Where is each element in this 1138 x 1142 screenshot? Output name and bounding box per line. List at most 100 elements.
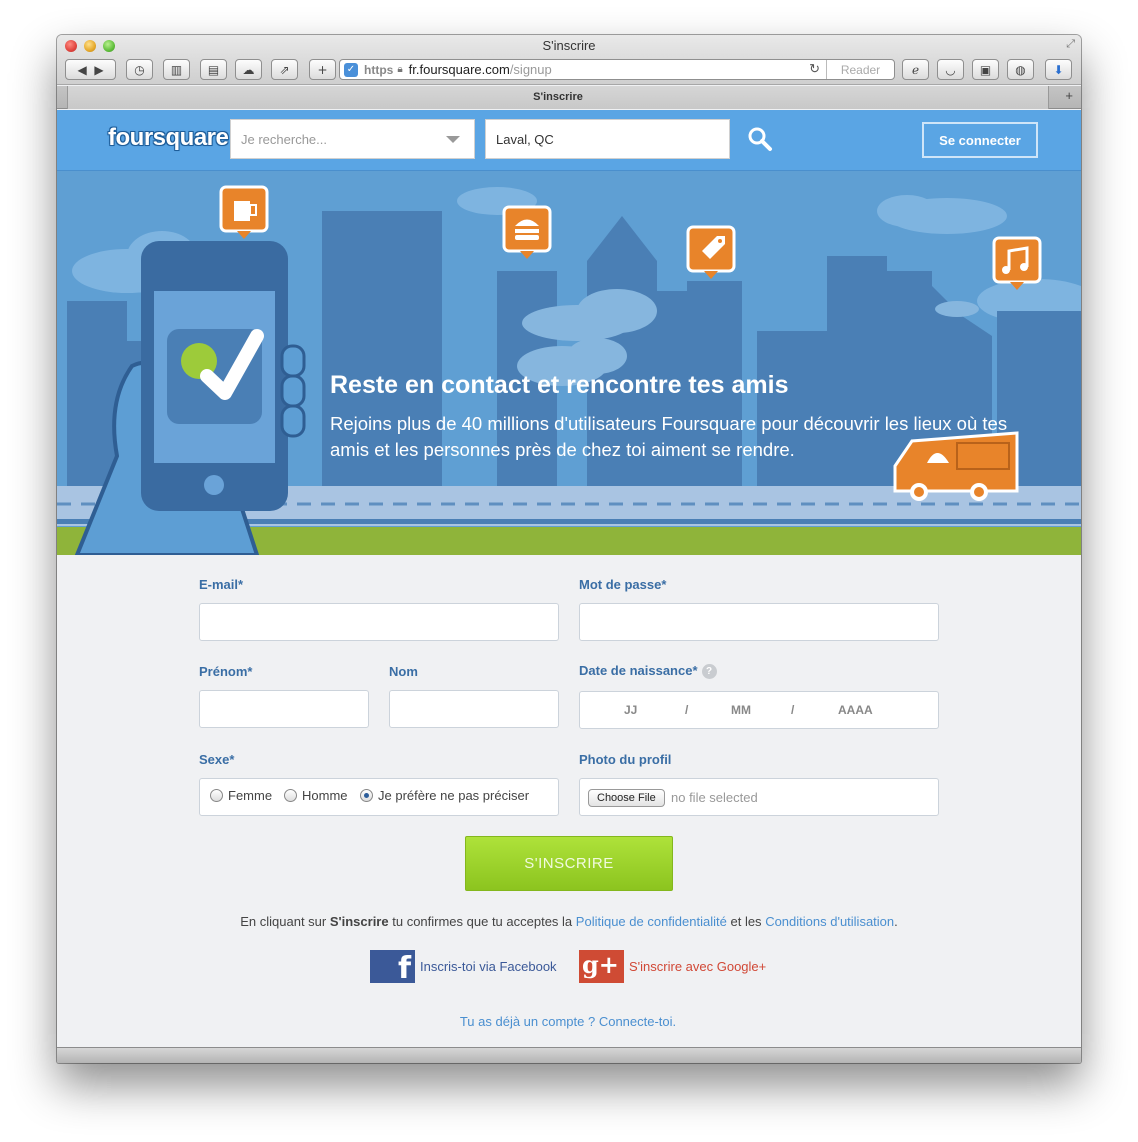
photo-file-input: Choose File no file selected bbox=[579, 778, 939, 816]
terms-of-use-link[interactable]: Conditions d'utilisation bbox=[765, 914, 894, 929]
dob-label-row: Date de naissance*? bbox=[579, 663, 717, 679]
address-bar[interactable]: ✓ https 🔒︎ fr.foursquare.com/signup ↻ Re… bbox=[339, 59, 895, 80]
new-tab-icon[interactable]: + bbox=[1065, 88, 1073, 103]
gender-option-femme[interactable]: Femme bbox=[210, 788, 272, 803]
google-plus-icon: g+ bbox=[579, 950, 624, 983]
hero-illustration bbox=[57, 171, 1081, 555]
category-search-placeholder: Je recherche... bbox=[241, 131, 327, 147]
lastname-label: Nom bbox=[389, 664, 418, 679]
choose-file-button[interactable]: Choose File bbox=[588, 789, 665, 807]
dob-field: JJ / MM / AAAA bbox=[579, 691, 939, 729]
email-label: E-mail* bbox=[199, 577, 244, 592]
password-field[interactable] bbox=[579, 603, 939, 641]
radio-selected-icon[interactable] bbox=[360, 789, 373, 802]
tab-signup[interactable]: S'inscrire bbox=[67, 86, 1049, 109]
chevron-down-icon[interactable] bbox=[446, 136, 460, 143]
share-button[interactable]: ⇗ bbox=[271, 59, 298, 80]
url-scheme: https bbox=[364, 62, 394, 77]
terms-suffix: . bbox=[894, 914, 898, 929]
browser-window: S'inscrire ⤢ ◀ ▶ ◷ ▥ ▤ ☁ ⇗ + ✓ https 🔒︎ … bbox=[57, 35, 1081, 1063]
browser-toolbar: S'inscrire ⤢ ◀ ▶ ◷ ▥ ▤ ☁ ⇗ + ✓ https 🔒︎ … bbox=[57, 35, 1081, 85]
add-bookmark-button[interactable]: + bbox=[309, 59, 336, 80]
radio-icon[interactable] bbox=[284, 789, 297, 802]
dob-label: Date de naissance* bbox=[579, 663, 698, 678]
ie-icon: ℯ bbox=[911, 62, 920, 77]
firstname-label: Prénom* bbox=[199, 664, 253, 679]
music-pin-icon bbox=[992, 236, 1042, 290]
terms-middle: tu confirmes que tu acceptes la bbox=[392, 914, 573, 929]
foursquare-logo[interactable]: foursquare bbox=[108, 124, 229, 152]
share-icon: ⇗ bbox=[279, 62, 290, 77]
facebook-signup-button[interactable]: f Inscris-toi via Facebook bbox=[370, 950, 557, 986]
window-title: S'inscrire bbox=[542, 38, 596, 53]
reading-list-icon: ▤ bbox=[207, 62, 220, 77]
book-icon: ▥ bbox=[170, 62, 183, 77]
clock-icon: ◷ bbox=[134, 62, 145, 77]
reload-icon[interactable]: ↻ bbox=[809, 61, 820, 77]
tab-bar: S'inscrire + bbox=[57, 86, 1081, 109]
bookmarks-button[interactable]: ▥ bbox=[163, 59, 190, 80]
no-file-text: no file selected bbox=[671, 790, 758, 805]
signup-submit-button[interactable]: S'INSCRIRE bbox=[465, 836, 673, 891]
dob-year-field[interactable]: AAAA bbox=[838, 703, 873, 717]
login-button[interactable]: Se connecter bbox=[922, 122, 1038, 158]
terms-prefix: En cliquant sur bbox=[240, 914, 327, 929]
extension-icon: ▣ bbox=[979, 62, 992, 77]
dob-separator: / bbox=[791, 703, 795, 717]
firstname-field[interactable] bbox=[199, 690, 369, 728]
lastname-field[interactable] bbox=[389, 690, 559, 728]
url-host: fr.foursquare.com bbox=[408, 62, 510, 77]
gender-label: Sexe* bbox=[199, 752, 235, 767]
fullscreen-icon[interactable]: ⤢ bbox=[1066, 38, 1075, 51]
hero-title: Reste en contact et rencontre tes amis bbox=[330, 371, 789, 399]
plus-icon: + bbox=[317, 62, 328, 77]
facebook-icon: f bbox=[370, 950, 415, 986]
gender-option-label: Homme bbox=[302, 788, 348, 803]
hero-subtitle: Rejoins plus de 40 millions d'utilisateu… bbox=[330, 413, 1008, 460]
category-search-input[interactable]: Je recherche... bbox=[230, 119, 475, 159]
forward-icon[interactable]: ▶ bbox=[94, 63, 103, 77]
radio-icon[interactable] bbox=[210, 789, 223, 802]
status-bar bbox=[57, 1047, 1081, 1063]
site-header: foursquare Je recherche... Laval, QC Se … bbox=[57, 110, 1081, 171]
gender-option-homme[interactable]: Homme bbox=[284, 788, 348, 803]
location-input[interactable]: Laval, QC bbox=[485, 119, 730, 159]
gender-option-unspecified[interactable]: Je préfère ne pas préciser bbox=[360, 788, 529, 803]
ie-extension-button[interactable]: ℯ bbox=[902, 59, 929, 80]
burger-pin-icon bbox=[502, 205, 552, 259]
back-icon[interactable]: ◀ bbox=[77, 63, 86, 77]
download-icon: ⬇ bbox=[1053, 62, 1064, 77]
privacy-policy-link[interactable]: Politique de confidentialité bbox=[576, 914, 727, 929]
downloads-button[interactable]: ⬇ bbox=[1045, 59, 1072, 80]
help-icon[interactable]: ? bbox=[701, 664, 717, 679]
google-signup-label: S'inscrire avec Google+ bbox=[629, 959, 767, 974]
email-field[interactable] bbox=[199, 603, 559, 641]
beer-pin-icon bbox=[219, 185, 269, 239]
url-path: /signup bbox=[509, 62, 552, 77]
location-value: Laval, QC bbox=[496, 131, 554, 147]
reader-button[interactable]: Reader bbox=[826, 60, 894, 79]
gender-option-label: Je préfère ne pas préciser bbox=[378, 788, 530, 803]
dob-day-field[interactable]: JJ bbox=[624, 703, 637, 717]
ghostery-button[interactable]: ◍ bbox=[1007, 59, 1034, 80]
gender-option-label: Femme bbox=[228, 788, 273, 803]
password-label: Mot de passe* bbox=[579, 577, 667, 592]
ghost-icon: ◍ bbox=[1015, 62, 1026, 77]
terms-text: En cliquant sur S'inscrire tu confirmes … bbox=[57, 914, 1081, 929]
facebook-signup-label: Inscris-toi via Facebook bbox=[420, 959, 557, 974]
history-button[interactable]: ◷ bbox=[126, 59, 153, 80]
reading-list-button[interactable]: ▤ bbox=[200, 59, 227, 80]
dob-month-field[interactable]: MM bbox=[731, 703, 751, 717]
back-forward-button[interactable]: ◀ ▶ bbox=[65, 59, 116, 80]
search-icon[interactable] bbox=[747, 126, 773, 152]
icloud-tabs-button[interactable]: ☁ bbox=[235, 59, 262, 80]
pocket-button[interactable]: ◡ bbox=[937, 59, 964, 80]
tag-pin-icon bbox=[686, 225, 736, 279]
google-signup-button[interactable]: g+ S'inscrire avec Google+ bbox=[579, 950, 766, 983]
signup-form: E-mail* Mot de passe* Prénom* Nom Date d… bbox=[57, 555, 1081, 1047]
login-link[interactable]: Tu as déjà un compte ? Connecte-toi. bbox=[57, 1014, 1079, 1029]
extension-button[interactable]: ▣ bbox=[972, 59, 999, 80]
hero-banner: Reste en contact et rencontre tes amis R… bbox=[57, 171, 1081, 555]
cloud-icon: ☁ bbox=[242, 62, 255, 77]
terms-bold: S'inscrire bbox=[329, 914, 389, 929]
